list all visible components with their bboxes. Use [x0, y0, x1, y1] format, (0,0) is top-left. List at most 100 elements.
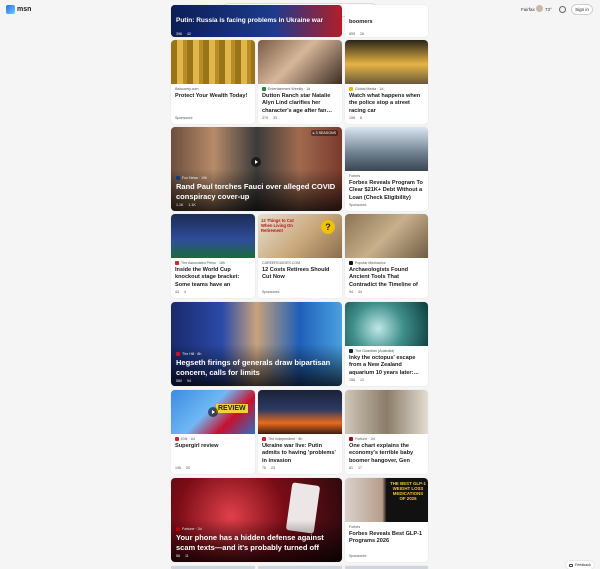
- news-card[interactable]: Fortune · 2d One chart explains the econ…: [345, 390, 428, 474]
- card-title: Rand Paul torches Fauci over alleged COV…: [176, 182, 336, 201]
- card-engagement: 56 11: [176, 554, 189, 558]
- card-engagement: 158 8: [349, 116, 362, 120]
- feedback-icon: [569, 563, 574, 567]
- weather-icon[interactable]: [536, 5, 543, 12]
- news-card[interactable]: The Independent · 8h Ukraine war live: P…: [258, 390, 342, 474]
- likes-count[interactable]: 44: [175, 290, 179, 294]
- comments-count[interactable]: 11: [185, 554, 189, 558]
- news-card[interactable]: Fortune · 2d Your phone has a hidden def…: [171, 478, 342, 562]
- card-source: Fortune · 2d: [176, 527, 202, 531]
- card-source: Forbes: [349, 174, 361, 178]
- card-source: Fortune · 2d: [349, 437, 375, 441]
- likes-count[interactable]: 56: [176, 554, 180, 558]
- comments-count[interactable]: 44: [358, 290, 362, 294]
- card-title: Inky the octopus' escape from a New Zeal…: [349, 355, 419, 376]
- news-card[interactable]: Popular Mechanics Archaeologists Found A…: [345, 214, 428, 298]
- card-engagement: 76 23: [262, 466, 275, 470]
- card-source: Popular Mechanics: [349, 261, 386, 265]
- likes-count[interactable]: 859: [349, 32, 355, 36]
- card-image: [171, 40, 255, 84]
- card-title: One chart explains the economy's terribl…: [349, 443, 414, 465]
- card-engagement: 859 26: [349, 32, 364, 36]
- sponsored-label: Sponsored: [262, 290, 280, 294]
- news-card[interactable]: ▸ 3 SEASONS Fox News · 19h Rand Paul tor…: [171, 127, 342, 211]
- likes-count[interactable]: 396: [176, 32, 182, 36]
- play-icon[interactable]: [251, 157, 261, 167]
- sponsored-label: Sponsored: [349, 203, 367, 207]
- review-badge: REVIEW: [216, 404, 248, 413]
- logo-text: msn: [17, 6, 32, 13]
- promo-image-text: 12 Things to Cut When Living On Retireme…: [261, 218, 294, 234]
- card-image: [258, 390, 342, 434]
- card-engagement: 580 94: [176, 379, 191, 383]
- comments-count[interactable]: 12: [360, 378, 364, 382]
- news-card[interactable]: REVIEW IGN · 4d Supergirl review 196 20: [171, 390, 255, 474]
- card-title: Inside the World Cup knockout stage brac…: [175, 267, 240, 289]
- comments-count[interactable]: 23: [271, 466, 275, 470]
- sponsored-label: Sponsored: [349, 554, 367, 558]
- card-image: [258, 40, 342, 84]
- card-title: Dutton Ranch star Natalie Alyn Lind clar…: [262, 93, 333, 114]
- likes-count[interactable]: 158: [349, 116, 355, 120]
- comments-count[interactable]: 17: [358, 466, 362, 470]
- comments-count[interactable]: 33: [273, 116, 277, 120]
- feedback-button[interactable]: Feedback: [566, 561, 594, 569]
- likes-count[interactable]: 94: [349, 290, 353, 294]
- card-engagement: 94 44: [349, 290, 362, 294]
- news-card[interactable]: The Associated Press · 18h Inside the Wo…: [171, 214, 255, 298]
- likes-count[interactable]: 76: [262, 466, 266, 470]
- card-image: [171, 214, 255, 258]
- comments-count[interactable]: 1.1K: [188, 203, 195, 207]
- likes-count[interactable]: 580: [176, 379, 182, 383]
- card-title: Hegseth firings of generals draw biparti…: [176, 358, 331, 377]
- signin-button[interactable]: Sign in: [571, 4, 593, 15]
- play-icon[interactable]: [208, 407, 218, 417]
- card-title: Forbes Reveals Program To Clear $21K+ De…: [349, 180, 423, 201]
- card-engagement: 196 20: [175, 466, 190, 470]
- card-title: Protect Your Wealth Today!: [175, 93, 248, 99]
- card-title: 12 Costs Retirees Should Cut Now: [262, 267, 330, 281]
- card-engagement: 44 4: [175, 290, 186, 294]
- card-source: CAREERGUIDES.COM: [262, 261, 301, 265]
- comments-count[interactable]: 26: [360, 32, 364, 36]
- card-title: boomers: [349, 19, 373, 25]
- likes-count[interactable]: 158: [349, 378, 355, 382]
- card-source: Fox News · 19h: [176, 176, 207, 180]
- promo-image-text: THE BEST GLP-1 WEIGHT LOSS MEDICATIONS O…: [390, 481, 426, 502]
- comments-count[interactable]: 42: [187, 32, 191, 36]
- gear-icon[interactable]: [559, 6, 566, 13]
- news-card[interactable]: The Guardian (Australia) Inky the octopu…: [345, 302, 428, 386]
- card-image: [345, 127, 428, 171]
- card-source: Global Media · 1d: [349, 87, 383, 91]
- likes-count[interactable]: 379: [262, 116, 268, 120]
- comments-count[interactable]: 20: [186, 466, 190, 470]
- likes-count[interactable]: 1.1K: [176, 203, 183, 207]
- comments-count[interactable]: 8: [360, 116, 362, 120]
- news-card[interactable]: 12 Things to Cut When Living On Retireme…: [258, 214, 342, 298]
- news-card[interactable]: Forbes Forbes Reveals Program To Clear $…: [345, 127, 428, 211]
- card-title: Putin: Russia is facing problems in Ukra…: [176, 17, 324, 24]
- likes-count[interactable]: 81: [349, 466, 353, 470]
- news-card[interactable]: Badcomty.com Protect Your Wealth Today! …: [171, 40, 255, 124]
- news-card[interactable]: THE BEST GLP-1 WEIGHT LOSS MEDICATIONS O…: [345, 478, 428, 562]
- news-card[interactable]: Global Media · 1d Watch what happens whe…: [345, 40, 428, 124]
- temperature[interactable]: 73°: [545, 7, 552, 12]
- card-engagement: 81 17: [349, 466, 362, 470]
- likes-count[interactable]: 196: [175, 466, 181, 470]
- card-engagement: 158 12: [349, 378, 364, 382]
- news-card[interactable]: Putin: Russia is facing problems in Ukra…: [171, 5, 342, 37]
- news-card[interactable]: The Hill · 8h Hegseth firings of general…: [171, 302, 342, 386]
- card-title: Watch what happens when the police stop …: [349, 93, 421, 114]
- msn-logo[interactable]: msn: [6, 5, 31, 14]
- card-source: The Independent · 8h: [262, 437, 302, 441]
- card-image: [345, 302, 428, 346]
- card-source: Badcomty.com: [175, 87, 199, 91]
- comments-count[interactable]: 4: [184, 290, 186, 294]
- news-card[interactable]: Entertainment Weekly · 1d Dutton Ranch s…: [258, 40, 342, 124]
- news-card[interactable]: boomers 859 26: [345, 5, 428, 37]
- card-title: Supergirl review: [175, 443, 219, 449]
- comments-count[interactable]: 94: [187, 379, 191, 383]
- card-engagement: 1.1K 1.1K: [176, 203, 196, 207]
- card-source: The Guardian (Australia): [349, 349, 394, 353]
- location-label[interactable]: Fairfax: [521, 7, 535, 12]
